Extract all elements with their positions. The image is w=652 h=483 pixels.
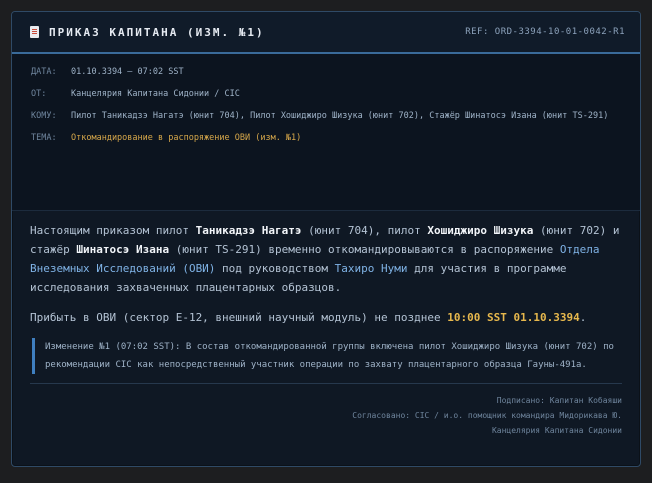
trainee-name-izana: Шинатосэ Изана: [76, 243, 170, 256]
amendment-note: Изменение №1 (07:02 SST): В состав отком…: [32, 338, 622, 374]
meta-from-key: ОТ:: [31, 89, 47, 99]
pilot-name-nagate: Таникадзэ Нагатэ: [195, 224, 302, 237]
meta-from-value: Канцелярия Капитана Сидонии / CIC: [71, 89, 240, 99]
deadline-time: 10:00 SST 01.10.3394: [447, 311, 580, 324]
signature-block: Подписано: Капитан Кобаяши Согласовано: …: [30, 384, 622, 438]
meta-topic-key: ТЕМА:: [31, 133, 57, 143]
meta-row-topic: ТЕМА: Откомандирование в распоряжение ОВ…: [12, 127, 640, 149]
signature-office: Канцелярия Капитана Сидонии: [491, 426, 622, 435]
p2-text-2: .: [579, 311, 587, 324]
order-panel: ПРИКАЗ КАПИТАНА (ИЗМ. №1) REF: ORD-3394-…: [11, 11, 641, 467]
document-icon: [30, 26, 39, 38]
order-header: ПРИКАЗ КАПИТАНА (ИЗМ. №1) REF: ORD-3394-…: [12, 12, 640, 54]
order-title: ПРИКАЗ КАПИТАНА (ИЗМ. №1): [49, 25, 265, 39]
signature-signed-by: Подписано: Капитан Кобаяши: [496, 396, 622, 405]
pilot-name-shizuka: Хошиджиро Шизука: [427, 224, 534, 237]
meta-topic-value: Откомандирование в распоряжение ОВИ (изм…: [71, 133, 302, 143]
order-reference: REF: ORD-3394-10-01-0042-R1: [465, 27, 625, 37]
meta-date-key: ДАТА:: [31, 67, 57, 77]
order-body: Настоящим приказом пилот Таникадзэ Нагат…: [12, 211, 640, 438]
meta-to-key: КОМУ:: [31, 111, 57, 121]
p1-text-1: Настоящим приказом пилот: [30, 224, 196, 237]
meta-row-from: ОТ: Канцелярия Капитана Сидонии / CIC: [12, 83, 640, 105]
signature-approved-by: Согласовано: CIC / и.о. помощник команди…: [352, 411, 622, 420]
p1-text-4: (юнит TS-291) временно откомандировывают…: [169, 243, 560, 256]
meta-to-value: Пилот Таникадзэ Нагатэ (юнит 704), Пилот…: [71, 111, 609, 121]
supervisor-name: Тахиро Нуми: [334, 262, 408, 275]
p1-text-5: под руководством: [215, 262, 335, 275]
meta-date-value: 01.10.3394 — 07:02 SST: [71, 67, 184, 77]
meta-row-date: ДАТА: 01.10.3394 — 07:02 SST: [12, 61, 640, 83]
p1-text-2: (юнит 704), пилот: [301, 224, 428, 237]
meta-row-to: КОМУ: Пилот Таникадзэ Нагатэ (юнит 704),…: [12, 105, 640, 127]
title-wrap: ПРИКАЗ КАПИТАНА (ИЗМ. №1): [30, 26, 265, 39]
order-paragraph-2: Прибыть в ОВИ (сектор E-12, внешний науч…: [30, 308, 622, 327]
p2-text-1: Прибыть в ОВИ (сектор E-12, внешний науч…: [30, 311, 448, 324]
order-paragraph-1: Настоящим приказом пилот Таникадзэ Нагат…: [30, 221, 622, 297]
order-meta: ДАТА: 01.10.3394 — 07:02 SST ОТ: Канцеля…: [12, 54, 640, 211]
